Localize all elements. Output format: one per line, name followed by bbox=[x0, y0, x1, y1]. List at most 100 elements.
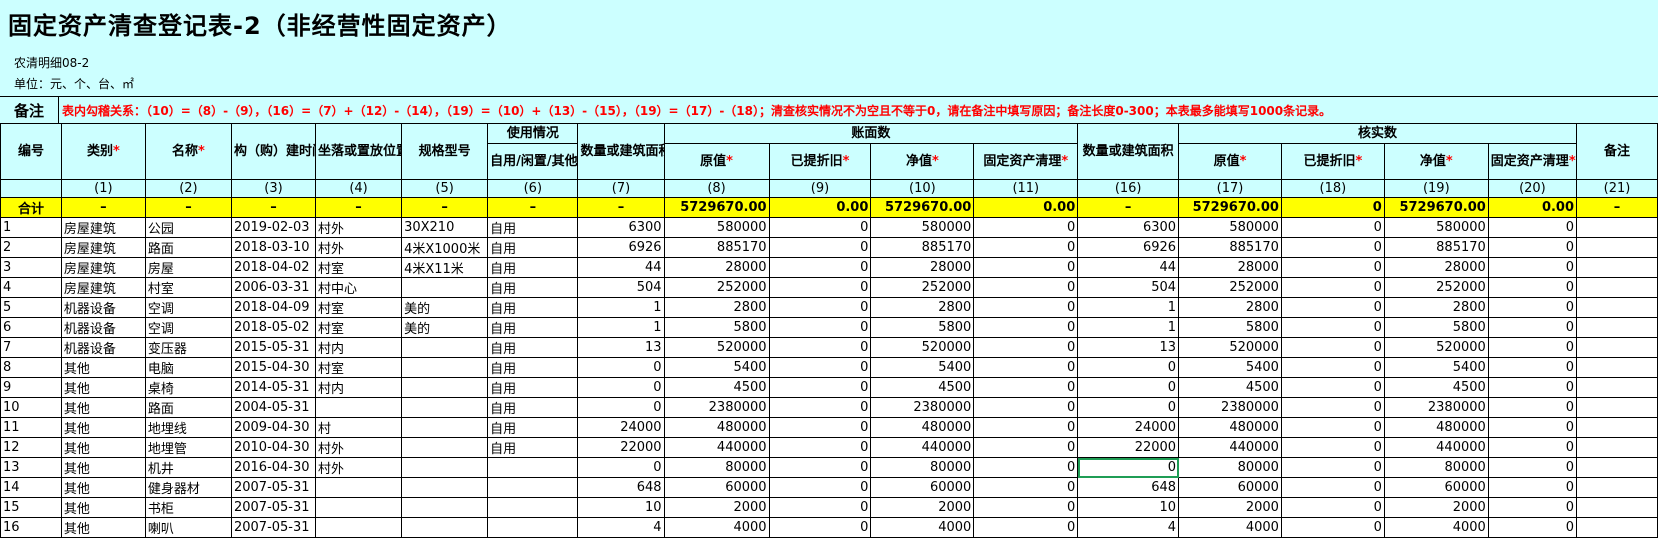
cell-note[interactable] bbox=[1576, 277, 1658, 298]
cell-name[interactable]: 空调 bbox=[144, 317, 232, 338]
col-orig-value-header[interactable]: 原值* bbox=[663, 143, 770, 180]
cell-v-fixed-clean[interactable]: 0 bbox=[1487, 297, 1578, 318]
total-cell[interactable]: – bbox=[577, 197, 665, 218]
cell-note[interactable] bbox=[1576, 357, 1658, 378]
cell-depreciation[interactable]: 0 bbox=[768, 237, 872, 258]
cell-category[interactable]: 房屋建筑 bbox=[60, 257, 146, 278]
cell-build-time[interactable]: 2015-04-30 bbox=[230, 357, 316, 378]
cell-name[interactable]: 房屋 bbox=[144, 257, 232, 278]
cell-usage[interactable]: 自用 bbox=[487, 277, 579, 298]
cell-id[interactable]: 13 bbox=[0, 457, 62, 478]
cell-v-net-value[interactable]: 252000 bbox=[1383, 277, 1489, 298]
cell-v-fixed-clean[interactable]: 0 bbox=[1487, 257, 1578, 278]
cell-location[interactable] bbox=[314, 477, 403, 498]
cell-orig-value[interactable]: 885170 bbox=[663, 237, 770, 258]
cell-v-orig-value[interactable]: 2380000 bbox=[1178, 397, 1282, 418]
cell-location[interactable]: 村内 bbox=[314, 337, 403, 358]
cell-v-orig-value[interactable]: 440000 bbox=[1178, 437, 1282, 458]
cell-net-value[interactable]: 4000 bbox=[870, 517, 975, 538]
cell-v-qty[interactable]: 13 bbox=[1077, 337, 1180, 358]
col-v-orig-value-header[interactable]: 原值* bbox=[1178, 143, 1282, 180]
cell-net-value[interactable]: 2000 bbox=[870, 497, 975, 518]
cell-build-time[interactable]: 2014-05-31 bbox=[230, 377, 316, 398]
cell-fixed-clean[interactable]: 0 bbox=[973, 497, 1079, 518]
cell-category[interactable]: 房屋建筑 bbox=[60, 237, 146, 258]
cell-location[interactable]: 村外 bbox=[314, 457, 403, 478]
cell-v-net-value[interactable]: 885170 bbox=[1383, 237, 1489, 258]
book-group-header[interactable]: 账面数 bbox=[663, 123, 1079, 144]
cell-v-net-value[interactable]: 4500 bbox=[1383, 377, 1489, 398]
total-orig-value[interactable]: 5729670.00 bbox=[663, 197, 770, 218]
cell-v-qty[interactable]: 0 bbox=[1077, 377, 1180, 398]
cell-orig-value[interactable]: 480000 bbox=[663, 417, 770, 438]
cell-note[interactable] bbox=[1576, 517, 1658, 538]
cell-v-orig-value[interactable]: 5800 bbox=[1178, 317, 1282, 338]
cell-v-depreciation[interactable]: 0 bbox=[1280, 277, 1385, 298]
cell-depreciation[interactable]: 0 bbox=[768, 317, 872, 338]
cell-spec[interactable] bbox=[401, 437, 489, 458]
col-v-depreciation-header[interactable]: 已提折旧* bbox=[1280, 143, 1385, 180]
index-cell[interactable]: (17) bbox=[1178, 179, 1282, 198]
cell-category[interactable]: 其他 bbox=[60, 357, 146, 378]
cell-v-qty[interactable]: 0 bbox=[1077, 457, 1180, 478]
cell-category[interactable]: 房屋建筑 bbox=[60, 217, 146, 238]
total-net-value[interactable]: 5729670.00 bbox=[870, 197, 975, 218]
cell-depreciation[interactable]: 0 bbox=[768, 257, 872, 278]
cell-v-qty[interactable]: 1 bbox=[1077, 297, 1180, 318]
cell-category[interactable]: 其他 bbox=[60, 517, 146, 538]
cell-category[interactable]: 其他 bbox=[60, 497, 146, 518]
cell-v-net-value[interactable]: 5800 bbox=[1383, 317, 1489, 338]
index-cell[interactable]: (16) bbox=[1077, 179, 1180, 198]
cell-id[interactable]: 2 bbox=[0, 237, 62, 258]
cell-spec[interactable] bbox=[401, 377, 489, 398]
cell-name[interactable]: 路面 bbox=[144, 237, 232, 258]
cell-usage[interactable]: 自用 bbox=[487, 257, 579, 278]
cell-id[interactable]: 15 bbox=[0, 497, 62, 518]
cell-id[interactable]: 1 bbox=[0, 217, 62, 238]
cell-depreciation[interactable]: 0 bbox=[768, 217, 872, 238]
cell-category[interactable]: 其他 bbox=[60, 397, 146, 418]
col-usage-header[interactable]: 自用/闲置/其他 bbox=[487, 143, 579, 180]
cell-v-orig-value[interactable]: 252000 bbox=[1178, 277, 1282, 298]
cell-qty[interactable]: 22000 bbox=[577, 437, 665, 458]
cell-v-fixed-clean[interactable]: 0 bbox=[1487, 277, 1578, 298]
cell-v-net-value[interactable]: 28000 bbox=[1383, 257, 1489, 278]
cell-v-qty[interactable]: 4 bbox=[1077, 517, 1180, 538]
cell-v-qty[interactable]: 0 bbox=[1077, 397, 1180, 418]
cell-name[interactable]: 地埋管 bbox=[144, 437, 232, 458]
cell-build-time[interactable]: 2004-05-31 bbox=[230, 397, 316, 418]
cell-qty[interactable]: 504 bbox=[577, 277, 665, 298]
cell-spec[interactable] bbox=[401, 357, 489, 378]
cell-category[interactable]: 机器设备 bbox=[60, 297, 146, 318]
remark-label[interactable]: 备注 bbox=[0, 97, 59, 124]
cell-v-depreciation[interactable]: 0 bbox=[1280, 497, 1385, 518]
index-cell[interactable]: (21) bbox=[1576, 179, 1658, 198]
index-cell[interactable]: (9) bbox=[768, 179, 872, 198]
cell-orig-value[interactable]: 520000 bbox=[663, 337, 770, 358]
cell-v-qty[interactable]: 1 bbox=[1077, 317, 1180, 338]
cell-orig-value[interactable]: 60000 bbox=[663, 477, 770, 498]
cell-orig-value[interactable]: 2380000 bbox=[663, 397, 770, 418]
index-cell[interactable]: (2) bbox=[144, 179, 232, 198]
cell-v-depreciation[interactable]: 0 bbox=[1280, 317, 1385, 338]
cell-location[interactable]: 村 bbox=[314, 417, 403, 438]
cell-spec[interactable] bbox=[401, 477, 489, 498]
cell-name[interactable]: 村室 bbox=[144, 277, 232, 298]
cell-qty[interactable]: 1 bbox=[577, 317, 665, 338]
cell-id[interactable]: 4 bbox=[0, 277, 62, 298]
cell-name[interactable]: 喇叭 bbox=[144, 517, 232, 538]
col-v-qty-header[interactable]: 数量或建筑面积 bbox=[1077, 123, 1180, 180]
cell-fixed-clean[interactable]: 0 bbox=[973, 317, 1079, 338]
cell-v-orig-value[interactable]: 5400 bbox=[1178, 357, 1282, 378]
cell-id[interactable]: 11 bbox=[0, 417, 62, 438]
cell-build-time[interactable]: 2016-04-30 bbox=[230, 457, 316, 478]
cell-usage[interactable]: 自用 bbox=[487, 317, 579, 338]
cell-depreciation[interactable]: 0 bbox=[768, 277, 872, 298]
cell-spec[interactable] bbox=[401, 277, 489, 298]
cell-name[interactable]: 地埋线 bbox=[144, 417, 232, 438]
cell-v-fixed-clean[interactable]: 0 bbox=[1487, 357, 1578, 378]
cell-name[interactable]: 路面 bbox=[144, 397, 232, 418]
cell-fixed-clean[interactable]: 0 bbox=[973, 437, 1079, 458]
cell-v-fixed-clean[interactable]: 0 bbox=[1487, 497, 1578, 518]
cell-net-value[interactable]: 252000 bbox=[870, 277, 975, 298]
